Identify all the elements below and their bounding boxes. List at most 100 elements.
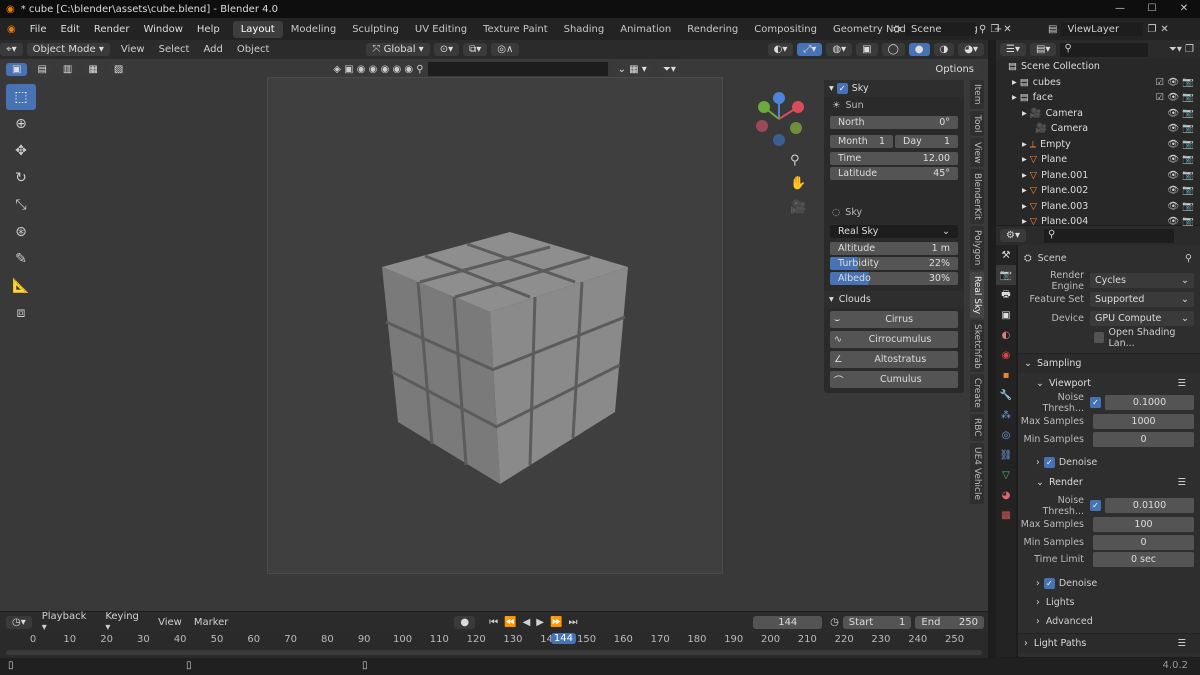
menu-file[interactable]: File bbox=[23, 24, 54, 35]
data-tab-icon[interactable]: ▽ bbox=[996, 465, 1016, 485]
pin-properties-icon[interactable]: ⚲ bbox=[1185, 253, 1192, 264]
outliner-filter-icon[interactable]: ⏷▾ ❐ bbox=[1169, 44, 1194, 55]
material-tab-icon[interactable]: ◕ bbox=[996, 485, 1016, 505]
new-view-layer-icon[interactable]: ❐ bbox=[1147, 24, 1156, 35]
viewport-menu-object[interactable]: Object bbox=[230, 44, 277, 55]
sidebar-tab-polygon[interactable]: Polygon bbox=[970, 226, 984, 270]
vp-noise-field[interactable]: 0.1000 bbox=[1105, 395, 1194, 410]
new-scene-icon[interactable]: ❐ bbox=[990, 24, 999, 35]
editor-type-icon[interactable]: ⌖▾ bbox=[0, 43, 23, 56]
delete-scene-icon[interactable]: ✕ bbox=[1003, 24, 1011, 35]
proportional-edit-icon[interactable]: ◎∧ bbox=[491, 43, 520, 56]
outliner-editor-icon[interactable]: ☰▾ bbox=[1000, 43, 1026, 56]
sidebar-tab-blenderkit[interactable]: BlenderKit bbox=[970, 169, 984, 225]
constraints-tab-icon[interactable]: ⛓ bbox=[996, 445, 1016, 465]
expand-arrow-icon[interactable]: ▸ bbox=[1022, 139, 1027, 150]
outliner-search-input[interactable]: ⚲ bbox=[1060, 42, 1149, 57]
r-noise-checkbox[interactable]: ✓ bbox=[1090, 500, 1101, 511]
visibility-toggles[interactable]: 👁 📷 bbox=[1167, 108, 1194, 119]
viewport-menu-add[interactable]: Add bbox=[196, 44, 229, 55]
outliner-row[interactable]: ▸ ⟂ Empty 👁 📷 bbox=[996, 137, 1200, 153]
scene-icon[interactable]: ⛭ bbox=[893, 24, 901, 35]
blender-menu-icon[interactable]: ◉ bbox=[0, 24, 23, 35]
tab-shading[interactable]: Shading bbox=[556, 21, 613, 38]
timeline-menu-view[interactable]: View bbox=[152, 617, 188, 628]
scale-tool[interactable]: ⤡ bbox=[6, 192, 36, 218]
sidebar-tab-real-sky[interactable]: Real Sky bbox=[970, 271, 984, 318]
gizmo-toggle-icon[interactable]: ⤢▾ bbox=[797, 43, 823, 56]
gizmo-x-icon[interactable] bbox=[792, 101, 804, 113]
viewport-presets-icon[interactable]: ☰ bbox=[1177, 378, 1186, 389]
expand-arrow-icon[interactable]: ▸ bbox=[1022, 185, 1027, 196]
measure-tool[interactable]: 📐 bbox=[6, 273, 36, 299]
select-mode-invert-icon[interactable]: ▦ bbox=[82, 62, 104, 76]
light-paths-section[interactable]: › Light Paths ☰ bbox=[1018, 633, 1200, 653]
expand-arrow-icon[interactable]: ▸ bbox=[1022, 201, 1027, 212]
pan-hand-icon[interactable]: ✋ bbox=[790, 176, 806, 191]
expand-arrow-icon[interactable]: ▸ bbox=[1012, 77, 1017, 88]
sampling-section[interactable]: ⌄ Sampling bbox=[1018, 353, 1200, 373]
tab-texture-paint[interactable]: Texture Paint bbox=[475, 21, 556, 38]
visibility-icon[interactable]: ◐▾ bbox=[767, 43, 794, 56]
view-layer-icon[interactable]: ▤ bbox=[1048, 24, 1057, 35]
options-button[interactable]: Options bbox=[929, 62, 980, 76]
sidebar-tab-rbc[interactable]: RBC bbox=[970, 414, 984, 441]
zoom-icon[interactable]: ⚲ bbox=[790, 153, 800, 168]
annotate-tool[interactable]: ✎ bbox=[6, 246, 36, 272]
display-mode-icon[interactable]: ▤▾ bbox=[1029, 43, 1057, 56]
frame-ruler[interactable]: 0 10 20 30 40 50 60 70 80 90 100 110 120 130 140 150 160… bbox=[0, 633, 988, 648]
outliner-row[interactable]: 🎥 Camera 👁 📷 bbox=[996, 121, 1200, 137]
shading-wireframe-icon[interactable]: ◯ bbox=[881, 43, 905, 56]
light-paths-presets-icon[interactable]: ☰ bbox=[1177, 638, 1186, 649]
sidebar-tab-create[interactable]: Create bbox=[970, 374, 984, 413]
object-tab-icon[interactable]: ▪ bbox=[996, 365, 1016, 385]
visibility-toggles[interactable]: ☑ 👁 📷 bbox=[1156, 92, 1194, 103]
vp-noise-checkbox[interactable]: ✓ bbox=[1090, 397, 1101, 408]
visibility-toggles[interactable]: 👁 📷 bbox=[1167, 170, 1194, 181]
device-dropdown[interactable]: GPU Compute ⌄ bbox=[1090, 311, 1194, 326]
feature-set-dropdown[interactable]: Supported ⌄ bbox=[1090, 292, 1194, 307]
vp-denoise-checkbox[interactable]: › ✓ Denoise bbox=[1018, 453, 1200, 472]
view-layer-tab-icon[interactable]: ▣ bbox=[996, 305, 1016, 325]
outliner-row[interactable]: ▸ ▤ cubes ☑ 👁 📷 bbox=[996, 75, 1200, 91]
view-layer-name[interactable]: ViewLayer bbox=[1061, 22, 1144, 36]
rotate-tool[interactable]: ↻ bbox=[6, 165, 36, 191]
shading-solid-icon[interactable]: ● bbox=[908, 43, 930, 56]
render-mode-icons[interactable]: ◈ ▣ ◉ ◉ ◉ ◉ ◉ ⚲ bbox=[333, 64, 423, 75]
expand-arrow-icon[interactable]: ▸ bbox=[1022, 108, 1027, 119]
r-min-field[interactable]: 0 bbox=[1093, 534, 1194, 550]
scene-tab-icon[interactable]: ◐ bbox=[996, 325, 1016, 345]
navigation-gizmo[interactable] bbox=[752, 92, 806, 146]
menu-help[interactable]: Help bbox=[190, 24, 227, 35]
tab-rendering[interactable]: Rendering bbox=[679, 21, 746, 38]
overlay-icon[interactable]: ◍▾ bbox=[826, 43, 853, 56]
gizmo-z-icon[interactable] bbox=[773, 92, 785, 104]
record-button[interactable]: ● bbox=[454, 615, 476, 629]
outliner-row[interactable]: ▸ ▽ Plane 👁 📷 bbox=[996, 152, 1200, 168]
time-limit-field[interactable]: 0 sec bbox=[1093, 552, 1194, 567]
sidebar-tab-sketchfab[interactable]: Sketchfab bbox=[970, 319, 984, 373]
expand-arrow-icon[interactable]: ▸ bbox=[1022, 154, 1027, 165]
advanced-subsection[interactable]: › Advanced bbox=[1018, 612, 1200, 631]
sky-type-dropdown[interactable]: Real Sky ⌄ bbox=[830, 225, 958, 238]
add-cube-tool[interactable]: ⧈ bbox=[6, 300, 36, 326]
north-field[interactable]: North 0° bbox=[830, 116, 958, 129]
texture-tab-icon[interactable]: ▩ bbox=[996, 505, 1016, 525]
tool-tab-icon[interactable]: ⚒ bbox=[996, 245, 1016, 265]
orientation-dropdown[interactable]: ⤧ Global ▾ bbox=[366, 43, 430, 56]
albedo-slider[interactable]: Albedo 30% bbox=[830, 272, 958, 285]
tab-sculpting[interactable]: Sculpting bbox=[344, 21, 407, 38]
render-subsection[interactable]: ⌄ Render ☰ bbox=[1018, 472, 1200, 492]
render-tab-icon[interactable]: 📷 bbox=[996, 265, 1016, 285]
sky-panel-header[interactable]: ▾ ✓ Sky bbox=[824, 80, 964, 97]
outliner-row[interactable]: ▸ ▤ face ☑ 👁 📷 bbox=[996, 90, 1200, 106]
sidebar-tab-item[interactable]: Item bbox=[970, 80, 984, 109]
physics-tab-icon[interactable]: ◎ bbox=[996, 425, 1016, 445]
vp-min-field[interactable]: 0 bbox=[1093, 431, 1194, 447]
minimize-button[interactable]: — bbox=[1104, 0, 1136, 18]
close-button[interactable]: ✕ bbox=[1168, 0, 1200, 18]
end-frame-field[interactable]: End 250 bbox=[915, 615, 985, 629]
visibility-toggles[interactable]: ☑ 👁 📷 bbox=[1156, 77, 1194, 88]
menu-window[interactable]: Window bbox=[136, 24, 189, 35]
render-presets-icon[interactable]: ☰ bbox=[1177, 477, 1186, 488]
